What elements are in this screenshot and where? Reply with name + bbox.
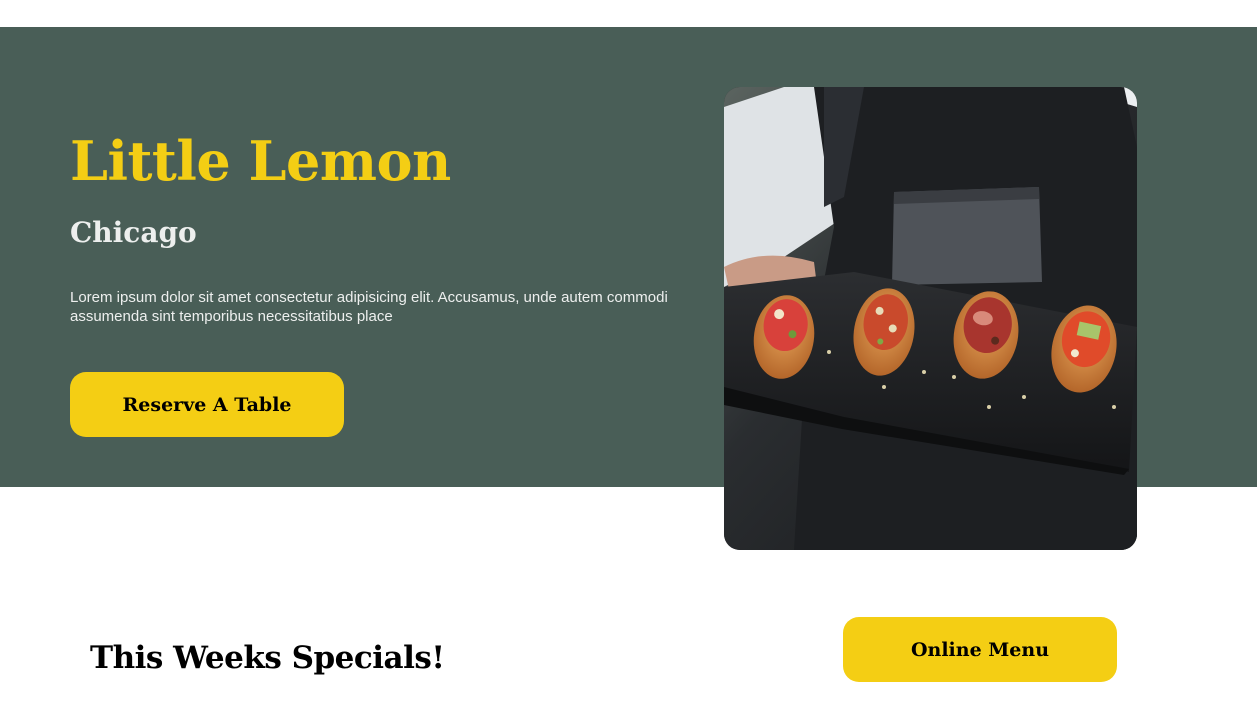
hero-title: Little Lemon — [70, 129, 451, 193]
hero-subtitle: Chicago — [70, 216, 197, 249]
specials-title: This Weeks Specials! — [90, 640, 445, 676]
hero-description: Lorem ipsum dolor sit amet consectetur a… — [70, 289, 668, 325]
hero-image-illustration — [724, 87, 1137, 550]
online-menu-button[interactable]: Online Menu — [843, 617, 1117, 682]
hero-image — [724, 87, 1137, 550]
reserve-table-button[interactable]: Reserve A Table — [70, 372, 344, 437]
